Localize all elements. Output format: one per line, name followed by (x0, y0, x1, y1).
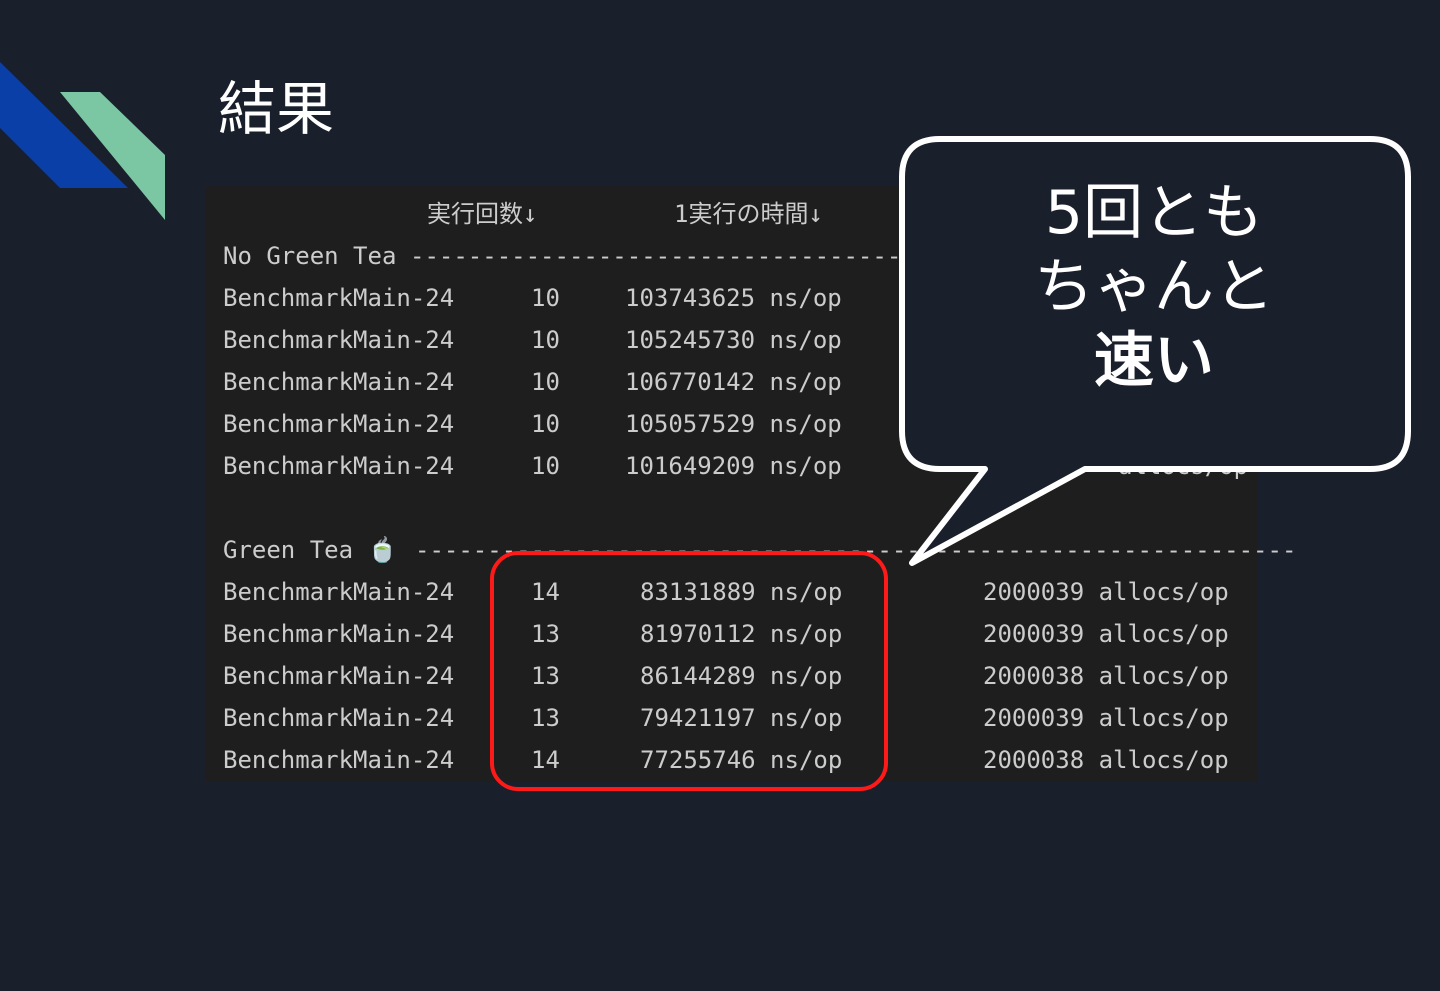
speech-bubble (899, 136, 1411, 566)
callout-line-1: 5回とも (1044, 178, 1264, 248)
callout-line-2: ちゃんと (1034, 252, 1274, 322)
callout-text: 5回とも ちゃんと 速い (906, 176, 1402, 398)
callout-line-3: 速い (1094, 326, 1214, 396)
